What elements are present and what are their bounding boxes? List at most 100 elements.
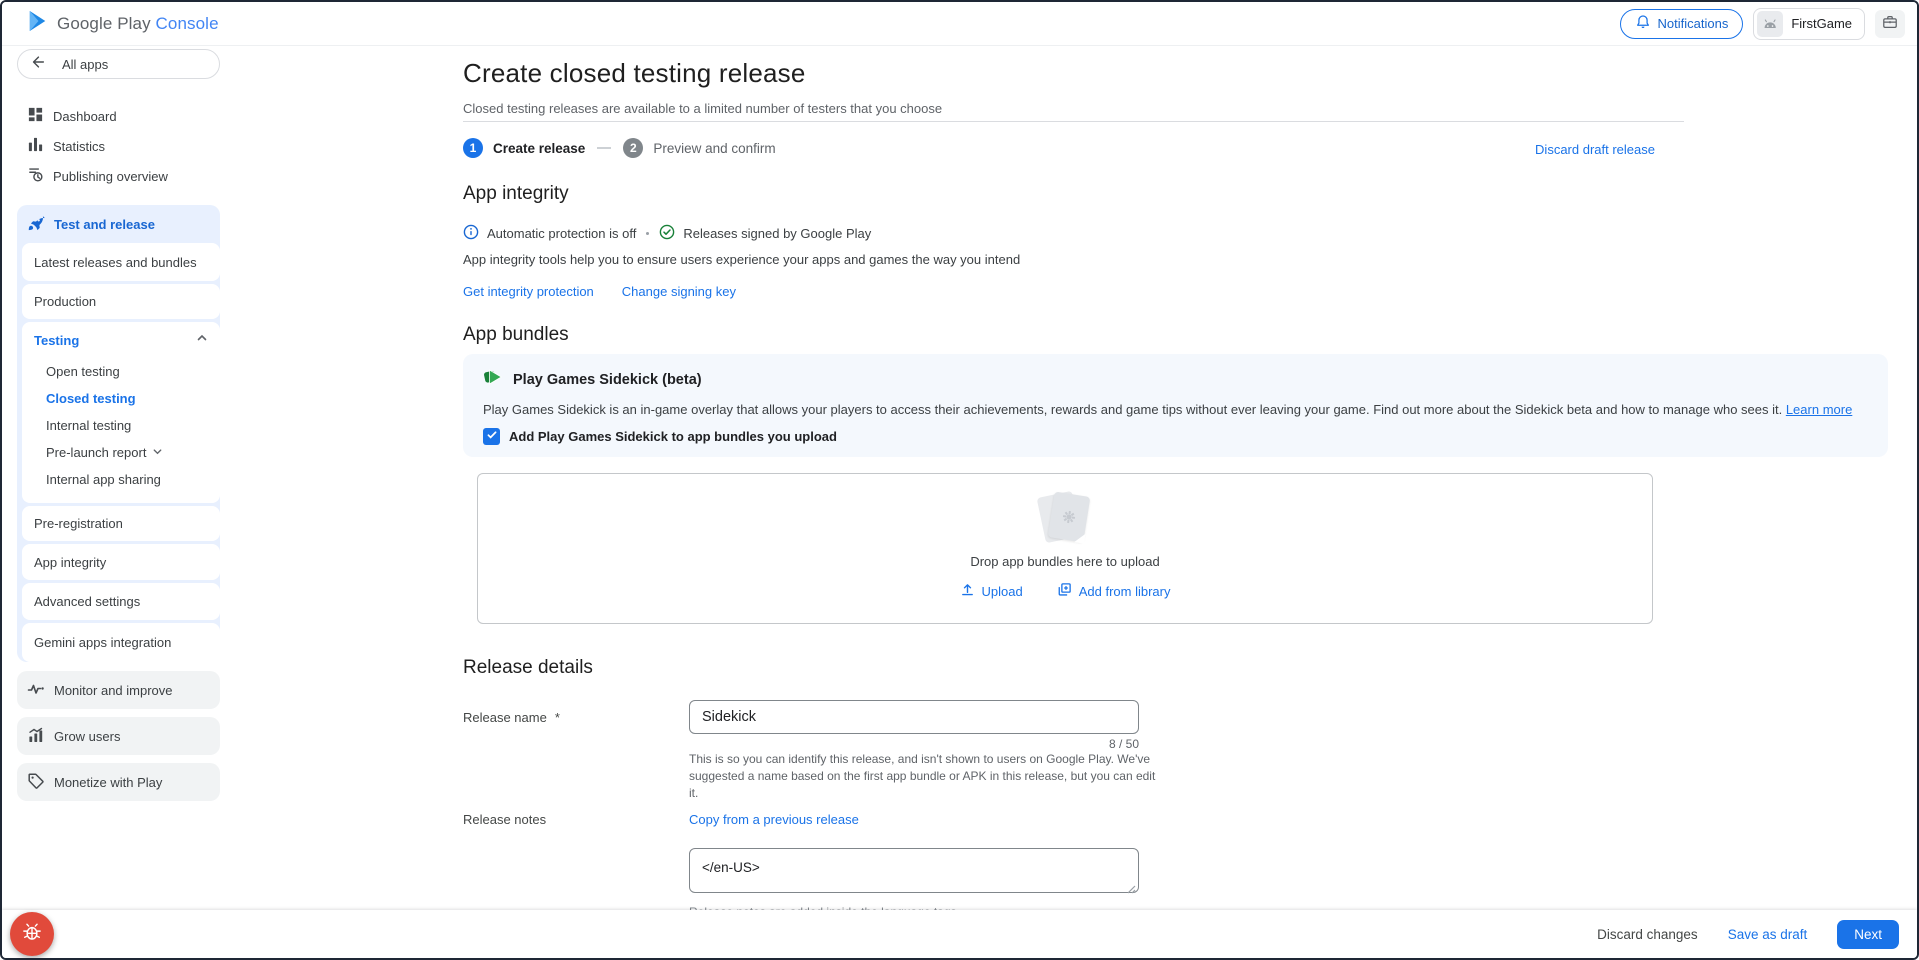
checkbox-check-icon: [486, 428, 498, 446]
tag-icon: [27, 772, 45, 793]
briefcase-icon: [1882, 14, 1898, 33]
android-icon: [1757, 11, 1783, 37]
learn-more-link[interactable]: Learn more: [1786, 402, 1852, 417]
release-notes-textarea[interactable]: </en-US>: [689, 848, 1139, 893]
release-name-helper: This is so you can identify this release…: [689, 751, 1161, 801]
notifications-button[interactable]: Notifications: [1620, 9, 1744, 39]
sidebar-top-items: Dashboard Statistics Publishing overview: [2, 101, 224, 191]
sidebar-card-label: Monitor and improve: [54, 683, 173, 698]
bug-icon: [21, 921, 43, 948]
sidebar-item-test-and-release[interactable]: Test and release: [17, 205, 220, 243]
header-actions: Notifications FirstGame: [1620, 8, 1905, 40]
back-arrow-icon: [30, 54, 46, 75]
signing-status-text: Releases signed by Google Play: [683, 226, 871, 241]
sidebar-item-open-testing[interactable]: Open testing: [22, 358, 220, 385]
page-title: Create closed testing release: [463, 58, 806, 89]
step-1-label: Create release: [493, 141, 585, 156]
get-integrity-protection-link[interactable]: Get integrity protection: [463, 284, 594, 299]
release-details-heading: Release details: [463, 657, 593, 679]
sidebar-item-label: Publishing overview: [53, 169, 168, 184]
library-icon: [1057, 582, 1072, 600]
step-connector: [597, 147, 611, 149]
next-button[interactable]: Next: [1837, 920, 1899, 949]
pulse-icon: [27, 680, 45, 701]
chevron-down-icon: [152, 445, 163, 460]
app-integrity-heading: App integrity: [463, 183, 569, 205]
page-subtitle: Closed testing releases are available to…: [463, 101, 942, 116]
copy-from-previous-release-link[interactable]: Copy from a previous release: [689, 812, 859, 827]
sidebar-item-internal-app-sharing[interactable]: Internal app sharing: [22, 466, 220, 493]
sidebar-item-app-integrity[interactable]: App integrity: [22, 544, 220, 580]
sidebar-item-internal-testing[interactable]: Internal testing: [22, 412, 220, 439]
sidekick-card: Play Games Sidekick (beta) Play Games Si…: [463, 354, 1888, 457]
release-name-label: Release name*: [463, 710, 560, 725]
sidebar-item-label: Statistics: [53, 139, 105, 154]
play-console-window: Google Play Console Notifications FirstG…: [0, 0, 1919, 960]
sidebar-bottom-groups: Monitor and improve Grow users Monetize …: [17, 671, 220, 801]
upload-button[interactable]: Upload: [960, 582, 1023, 600]
statistics-icon: [27, 136, 44, 156]
sidebar-item-dashboard[interactable]: Dashboard: [2, 101, 224, 131]
sidebar-item-monetize-with-play[interactable]: Monetize with Play: [17, 763, 220, 801]
sidebar-item-advanced-settings[interactable]: Advanced settings: [22, 583, 220, 620]
sidebar-item-pre-registration[interactable]: Pre-registration: [22, 506, 220, 541]
play-logo-icon: [28, 10, 48, 37]
sidebar-item-testing[interactable]: Testing: [22, 322, 220, 358]
check-circle-icon: [659, 224, 675, 243]
upload-icon: [960, 582, 975, 600]
resize-grip-icon[interactable]: [1127, 881, 1136, 899]
sub-item-label: Closed testing: [46, 391, 136, 406]
bundle-dropzone[interactable]: Drop app bundles here to upload Upload A…: [477, 473, 1653, 624]
sidebar-item-statistics[interactable]: Statistics: [2, 131, 224, 161]
release-notes-label: Release notes: [463, 812, 546, 827]
add-from-library-label: Add from library: [1079, 584, 1171, 599]
discard-draft-release-link[interactable]: Discard draft release: [1535, 142, 1655, 157]
sidebar-card-label: Advanced settings: [34, 594, 140, 609]
status-separator-dot: [646, 232, 649, 235]
sidebar-item-gemini-apps-integration[interactable]: Gemini apps integration: [22, 623, 220, 662]
all-apps-label: All apps: [62, 57, 108, 72]
report-bug-fab[interactable]: [10, 912, 54, 956]
testing-label: Testing: [34, 333, 79, 348]
sidebar-card-label: Latest releases and bundles: [34, 255, 197, 270]
info-icon: [463, 224, 479, 243]
discard-changes-button[interactable]: Discard changes: [1597, 927, 1698, 942]
sidebar-item-grow-users[interactable]: Grow users: [17, 717, 220, 755]
header-divider: [463, 121, 1684, 122]
rocket-icon: [27, 214, 45, 235]
main-content: Create closed testing release Closed tes…: [224, 46, 1917, 910]
developer-tools-button[interactable]: [1875, 10, 1905, 38]
sidebar: All apps Dashboard Statistics Publishing…: [2, 46, 224, 910]
account-chip[interactable]: FirstGame: [1753, 8, 1865, 40]
add-from-library-button[interactable]: Add from library: [1057, 582, 1171, 600]
sidebar-item-publishing-overview[interactable]: Publishing overview: [2, 161, 224, 191]
sub-item-label: Open testing: [46, 364, 120, 379]
all-apps-back-button[interactable]: All apps: [17, 49, 220, 79]
sidebar-testing-section: Testing Open testing Closed testing Inte…: [22, 322, 220, 503]
file-bundle-icon: [1035, 490, 1095, 546]
sidekick-description-text: Play Games Sidekick is an in-game overla…: [483, 402, 1786, 417]
notifications-label: Notifications: [1658, 16, 1729, 31]
release-stepper: 1 Create release 2 Preview and confirm: [463, 138, 776, 158]
sidebar-item-pre-launch-report[interactable]: Pre-launch report: [22, 439, 220, 466]
logo-product-text: Console: [156, 14, 219, 33]
required-asterisk: *: [555, 710, 560, 725]
account-name: FirstGame: [1791, 16, 1852, 31]
upload-label: Upload: [982, 584, 1023, 599]
sub-item-label: Pre-launch report: [46, 445, 146, 460]
sidebar-item-production[interactable]: Production: [22, 284, 220, 319]
character-counter: 8 / 50: [689, 737, 1139, 751]
sidebar-item-latest-releases[interactable]: Latest releases and bundles: [22, 243, 220, 281]
sidebar-item-monitor-and-improve[interactable]: Monitor and improve: [17, 671, 220, 709]
sidekick-checkbox[interactable]: [483, 428, 500, 445]
sidebar-item-closed-testing[interactable]: Closed testing: [22, 385, 220, 412]
step-1-circle: 1: [463, 138, 483, 158]
sidekick-title: Play Games Sidekick (beta): [513, 372, 702, 388]
google-play-console-logo[interactable]: Google Play Console: [28, 10, 219, 37]
step-2-label: Preview and confirm: [653, 141, 775, 156]
release-name-input[interactable]: [689, 700, 1139, 734]
sidebar-card-label: Grow users: [54, 729, 120, 744]
change-signing-key-link[interactable]: Change signing key: [622, 284, 736, 299]
save-as-draft-button[interactable]: Save as draft: [1728, 927, 1808, 942]
sidekick-checkbox-label: Add Play Games Sidekick to app bundles y…: [509, 429, 837, 444]
